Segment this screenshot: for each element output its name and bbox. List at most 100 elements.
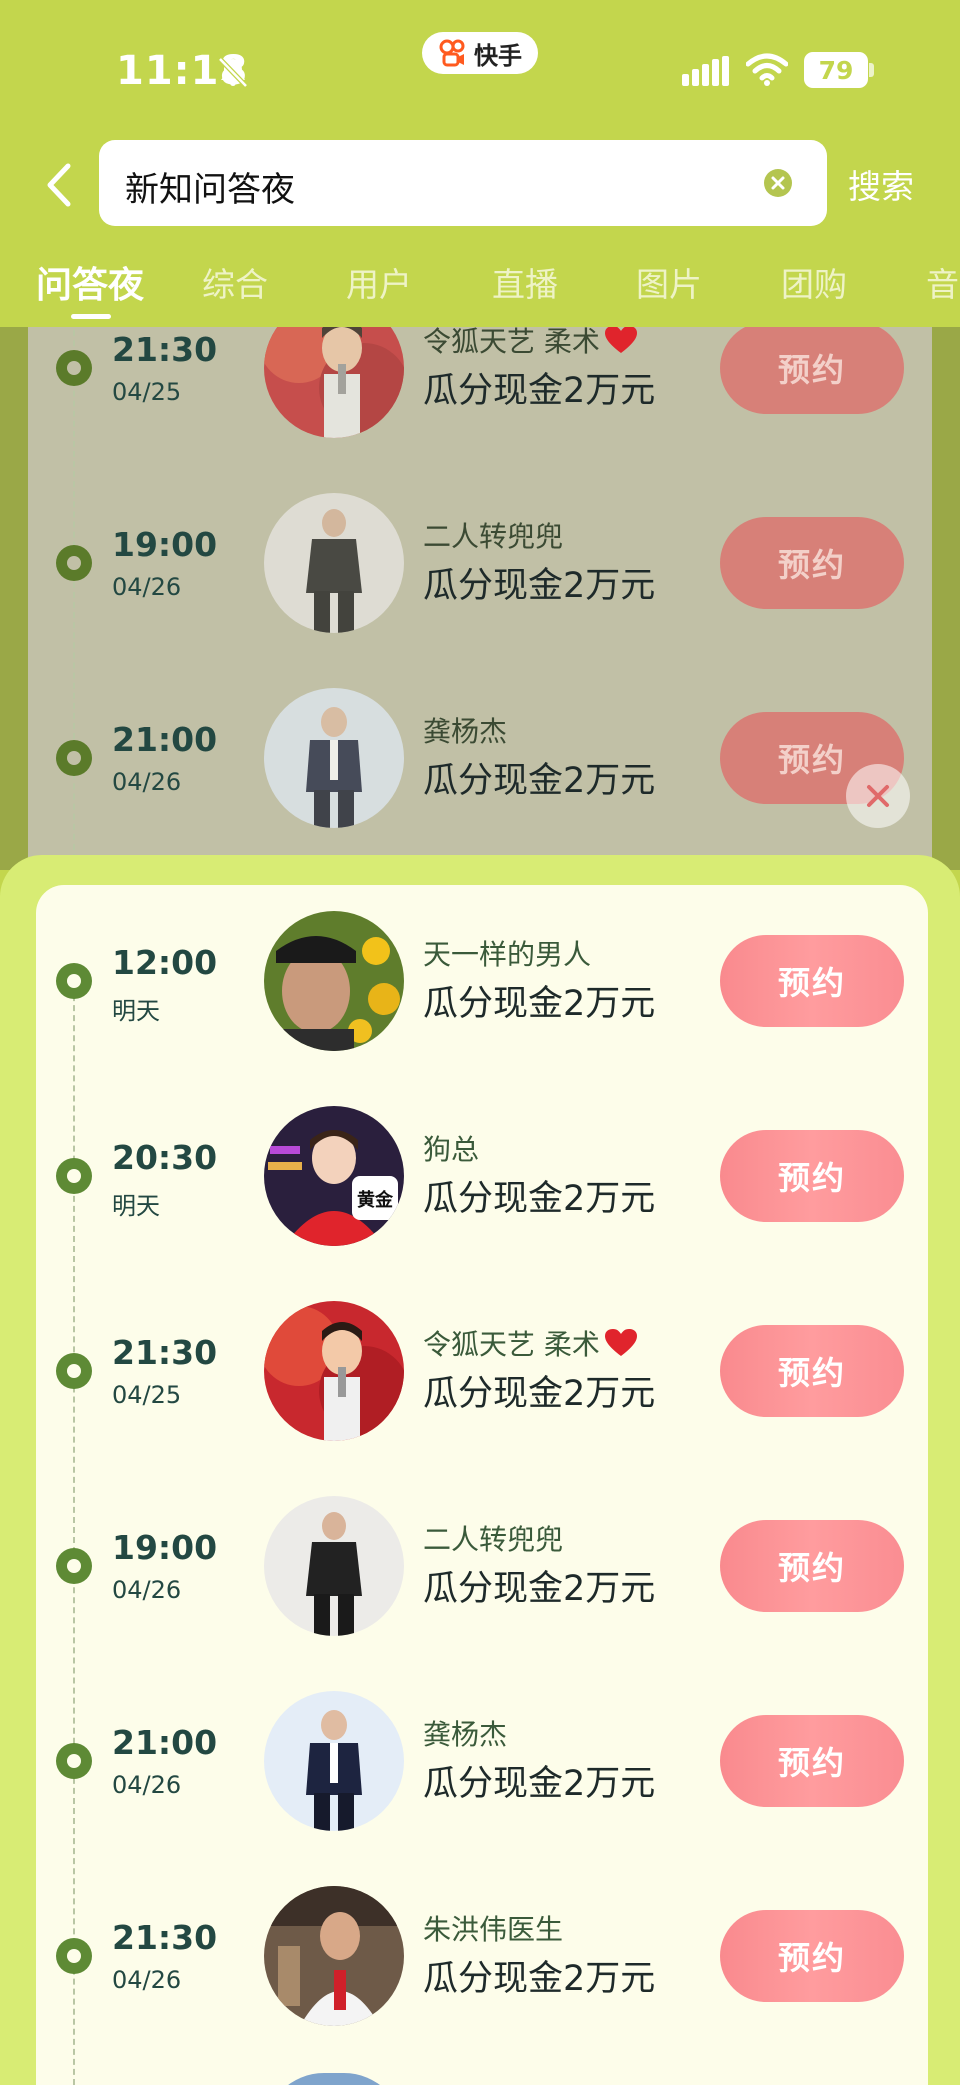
event-time: 21:00 [112,720,218,759]
event-date: 04/26 [112,1771,182,1799]
bell-muted-icon [218,57,248,88]
host-name: 二人转兜兜 [423,520,564,553]
wifi-icon [746,53,788,86]
tab-live[interactable]: 直播 [492,258,558,306]
event-time: 21:30 [112,1918,218,1957]
host-name: 令狐天艺 柔术 [423,1323,638,1363]
timeline-dot [56,963,92,999]
event-time: 12:00 [112,943,218,982]
host-avatar[interactable] [264,1301,404,1441]
host-name-text: 令狐天艺 柔术 [423,325,600,358]
timeline-dot [56,1353,92,1389]
clear-icon[interactable] [763,168,793,198]
host-name: 龚杨杰 [423,1718,508,1751]
app-name: 快手 [474,41,522,70]
timeline-dot [56,1158,92,1194]
tab-music[interactable]: 音 [926,258,959,306]
prize-text: 瓜分现金2万元 [423,1569,656,1609]
list-item[interactable]: 20:30 明天 黄金 狗总 瓜分现金2万元 预约 [0,1086,960,1266]
reserve-button[interactable]: 预约 [720,517,904,609]
host-avatar[interactable] [264,688,404,828]
reserve-button[interactable]: 预约 [720,1520,904,1612]
close-icon [867,785,889,807]
event-time: 21:00 [112,1723,218,1762]
reserve-button[interactable]: 预约 [720,1130,904,1222]
header: 11:18 快手 79 新知问答夜 搜索 问答夜 综合 用户 直播 图片 团购 … [0,0,960,327]
tab-group-buy[interactable]: 团购 [781,258,847,306]
avatar-image [264,1301,404,1441]
search-query: 新知问答夜 [125,170,295,210]
event-time: 20:30 [112,1138,218,1177]
back-arrow-icon[interactable] [40,160,78,210]
avatar-image [264,911,404,1051]
prize-text: 瓜分现金2万元 [423,761,656,801]
background-frame-left [0,310,28,870]
host-avatar[interactable] [264,1886,404,2026]
event-time: 21:30 [112,1333,218,1372]
tab-bar: 问答夜 综合 用户 直播 图片 团购 音 [0,258,960,320]
avatar-image [264,310,404,438]
search-input[interactable]: 新知问答夜 [99,140,827,226]
list-item[interactable]: 19:00 04/26 二人转兜兜 瓜分现金2万元 预约 [0,1476,960,1656]
avatar-image: 黄金 [264,1106,404,1246]
avatar-image [264,1496,404,1636]
reserve-button[interactable]: 预约 [720,1715,904,1807]
event-time: 19:00 [112,1528,218,1567]
reserve-button[interactable]: 预约 [720,935,904,1027]
list-item[interactable]: 21:30 04/25 令狐天艺 柔术 瓜分现金2万元 预约 [28,310,932,458]
tab-users[interactable]: 用户 [346,258,412,306]
tab-overall[interactable]: 综合 [202,258,268,306]
host-avatar[interactable] [264,310,404,438]
host-avatar[interactable] [264,493,404,633]
reserve-button[interactable]: 预约 [720,322,904,414]
list-item[interactable]: 12:00 明天 天一样的男人 瓜分现金2万元 预约 [0,891,960,1071]
host-avatar[interactable] [264,911,404,1051]
timeline-dot [56,1743,92,1779]
prize-text: 瓜分现金2万元 [423,371,656,411]
app-indicator: 快手 [422,32,538,74]
host-name: 狗总 [423,1133,480,1166]
host-avatar[interactable] [264,1691,404,1831]
host-name: 龚杨杰 [423,715,508,748]
host-name-text: 令狐天艺 柔术 [423,1328,600,1361]
heart-icon [604,326,637,353]
timeline-dot [56,350,92,386]
host-name: 朱洪伟医生 [423,1913,564,1946]
battery-tip [869,63,874,77]
prize-text: 瓜分现金2万元 [423,1179,656,1219]
status-bar: 11:18 快手 79 [0,0,960,130]
avatar-image [264,1691,404,1831]
battery-indicator: 79 [804,52,868,88]
prize-text: 瓜分现金2万元 [423,984,656,1024]
timeline-dot [56,740,92,776]
list-item[interactable]: 21:00 04/26 龚杨杰 瓜分现金2万元 预约 [0,1671,960,1851]
avatar-image [264,493,404,633]
background-list: 21:30 04/25 令狐天艺 柔术 瓜分现金2万元 预约 19:00 04/… [28,310,932,870]
event-time: 19:00 [112,525,218,564]
timeline-dot [56,545,92,581]
avatar-image [264,1886,404,2026]
prize-text: 瓜分现金2万元 [423,566,656,606]
battery-level: 79 [818,55,854,85]
badge-text: 黄金 [357,1189,394,1211]
tab-images[interactable]: 图片 [636,258,702,306]
event-time: 21:30 [112,330,218,369]
avatar-image [264,688,404,828]
event-date: 04/25 [112,1381,182,1409]
host-avatar[interactable]: 黄金 [264,1106,404,1246]
host-avatar[interactable] [264,1496,404,1636]
host-name: 天一样的男人 [423,938,592,971]
list-item[interactable]: 21:30 04/25 令狐天艺 柔术 瓜分现金2万元 预约 [0,1281,960,1461]
list-item[interactable]: 21:30 04/26 朱洪伟医生 瓜分现金2万元 预约 [0,1866,960,2046]
app-logo-icon [439,39,465,67]
reserve-button[interactable]: 预约 [720,1910,904,2002]
timeline-dot [56,1548,92,1584]
search-button[interactable]: 搜索 [848,160,914,208]
tab-qa-night[interactable]: 问答夜 [36,256,144,308]
list-item[interactable]: 19:00 04/26 二人转兜兜 瓜分现金2万元 预约 [28,473,932,653]
close-popup-button[interactable] [846,764,910,828]
popup-sheet: 12:00 明天 天一样的男人 瓜分现金2万元 预约 20:30 明天 黄金 狗… [0,855,960,2085]
prize-text: 瓜分现金2万元 [423,1764,656,1804]
reserve-button[interactable]: 预约 [720,1325,904,1417]
list-item[interactable]: 21:00 04/26 龚杨杰 瓜分现金2万元 预约 [28,668,932,848]
